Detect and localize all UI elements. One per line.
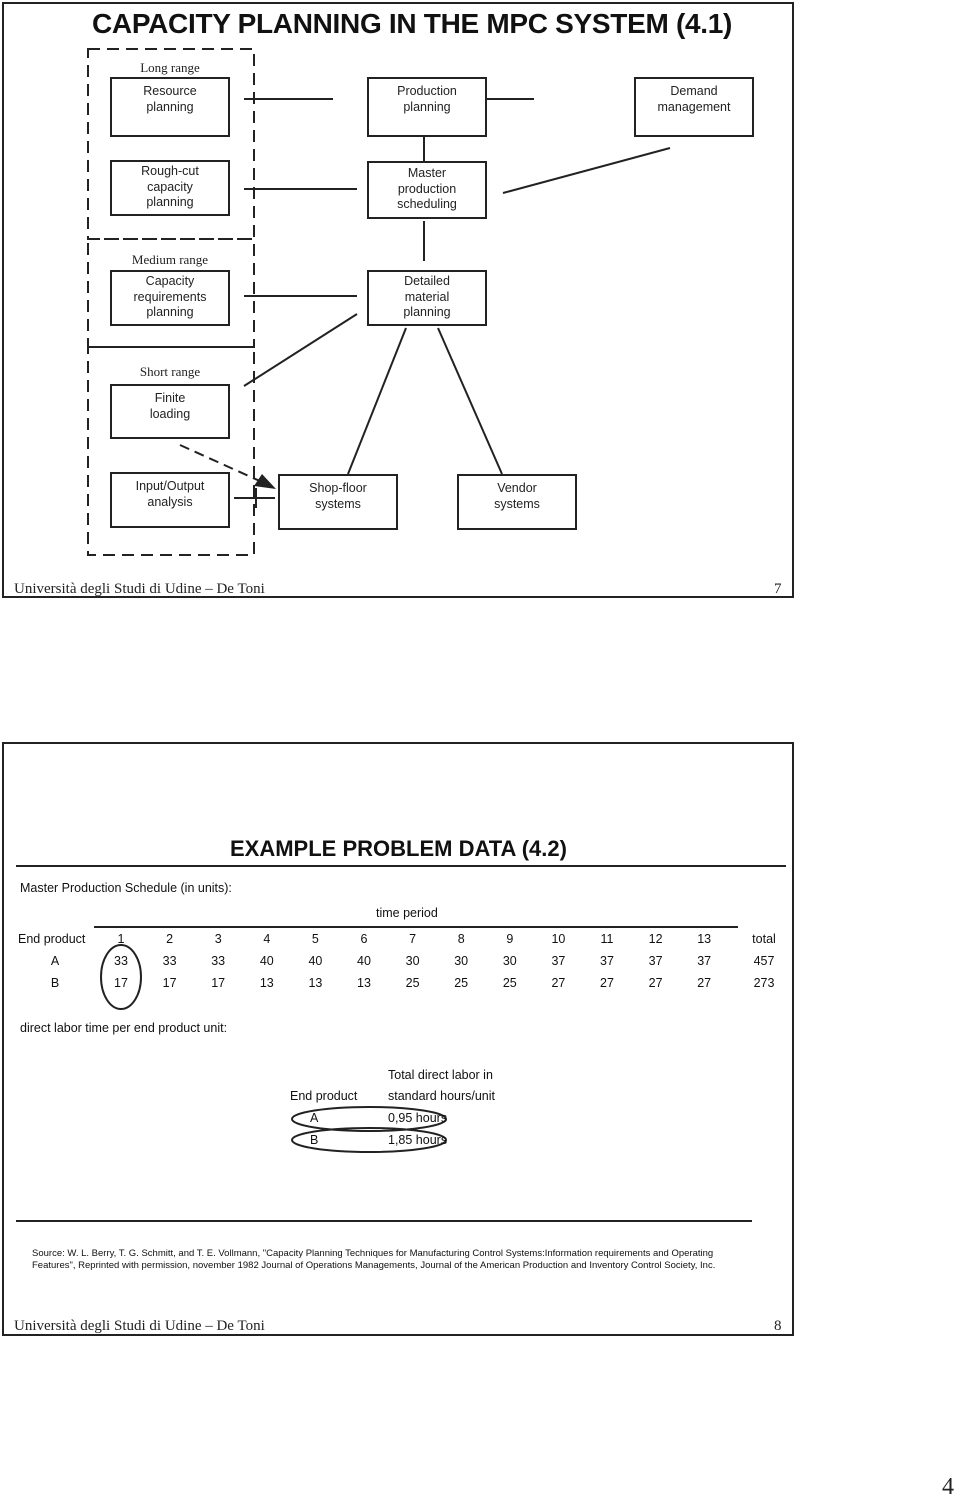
labor-hours-b: 1,85 hours: [388, 1133, 448, 1147]
box-line: Resource: [143, 84, 197, 98]
footer-page-number: 7: [774, 581, 782, 597]
short-range-label: Short range: [139, 364, 201, 379]
box-line: analysis: [147, 495, 193, 509]
box-line: Finite: [154, 391, 186, 405]
box-capacity-requirements-planning: Capacity requirements planning: [110, 270, 230, 326]
box-line: production: [397, 181, 457, 196]
source-citation: Source: W. L. Berry, T. G. Schmitt, and …: [32, 1248, 762, 1272]
box-line: planning: [403, 305, 451, 319]
labor-hours-a: 0,95 hours: [388, 1111, 448, 1125]
box-resource-planning: Resource planning: [110, 77, 230, 137]
footer-text: Università degli Studi di Udine – De Ton…: [14, 581, 265, 597]
box-line: management: [657, 100, 731, 114]
box-line: loading: [149, 407, 191, 421]
box-line: Capacity: [145, 274, 195, 288]
labor-col2-header-2: standard hours/unit: [388, 1089, 496, 1103]
labor-col2-header-1: Total direct labor in: [388, 1068, 493, 1082]
source-line: Source: W. L. Berry, T. G. Schmitt, and …: [32, 1248, 714, 1259]
box-vendor-systems: Vendor systems: [457, 474, 577, 530]
box-line: planning: [146, 305, 194, 319]
footer-page-number: 8: [774, 1318, 782, 1334]
box-rough-cut-capacity-planning: Rough-cut capacity planning: [110, 160, 230, 216]
box-master-production-scheduling: Master production scheduling: [367, 161, 487, 219]
box-line: Detailed: [404, 274, 450, 288]
document-page-number: 4: [942, 1474, 954, 1500]
box-line: Input/Output: [135, 479, 205, 493]
labor-col1-header: End product: [290, 1089, 358, 1103]
box-line: planning: [146, 100, 194, 114]
box-line: capacity: [147, 179, 193, 194]
medium-range-label: Medium range: [131, 252, 209, 267]
box-line: Vendor: [497, 481, 537, 495]
period-1-highlight: [100, 944, 142, 1010]
footer-text: Università degli Studi di Udine – De Ton…: [14, 1318, 265, 1334]
box-line: Shop-floor: [309, 481, 367, 495]
box-production-planning: Production planning: [367, 77, 487, 137]
labor-product-a: A: [310, 1111, 319, 1125]
slide-capacity-planning: CAPACITY PLANNING IN THE MPC SYSTEM (4.1…: [2, 2, 794, 598]
box-demand-management: Demand management: [634, 77, 754, 137]
divider: [16, 1220, 752, 1222]
box-finite-loading: Finite loading: [110, 384, 230, 439]
box-line: Demand: [670, 84, 718, 98]
labor-product-b: B: [310, 1133, 319, 1147]
long-range-label: Long range: [140, 60, 200, 75]
box-line: Rough-cut: [141, 164, 199, 178]
box-line: systems: [494, 497, 540, 511]
box-line: material: [404, 289, 450, 304]
box-line: requirements: [133, 289, 207, 304]
box-shop-floor-systems: Shop-floor systems: [278, 474, 398, 530]
box-line: planning: [146, 195, 194, 209]
box-line: systems: [315, 497, 361, 511]
box-line: Master: [407, 166, 447, 180]
source-line: Features", Reprinted with permission, no…: [32, 1260, 716, 1271]
box-line: Production: [397, 84, 457, 98]
box-line: planning: [403, 100, 451, 114]
box-line: scheduling: [397, 197, 457, 211]
box-detailed-material-planning: Detailed material planning: [367, 270, 487, 326]
box-input-output-analysis: Input/Output analysis: [110, 472, 230, 528]
slide-example-problem-data: EXAMPLE PROBLEM DATA (4.2) Master Produc…: [2, 742, 794, 1336]
labor-label: direct labor time per end product unit:: [20, 1021, 228, 1035]
